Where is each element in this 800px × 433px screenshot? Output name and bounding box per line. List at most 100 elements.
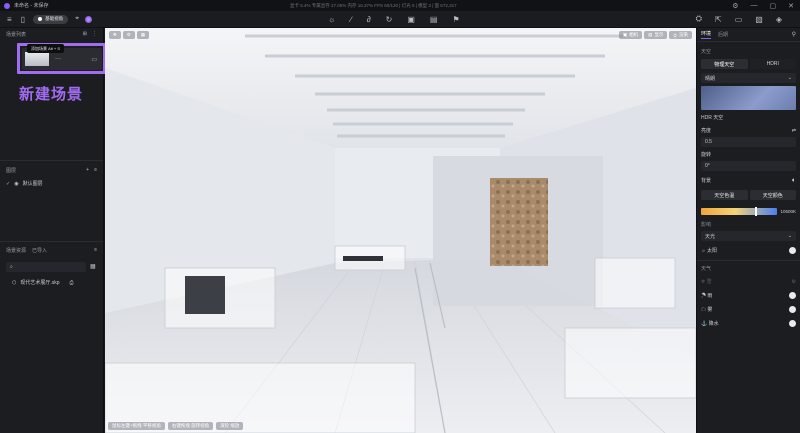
scene-name-label: 新建场景 — [19, 85, 84, 103]
check-icon[interactable]: ✓ — [6, 181, 10, 187]
left-panel: 场景列表 ⊞ ⋮ — ▭ 添加场景 Alt + S 新建场景 图层 + ≡ ✓ … — [0, 28, 106, 433]
rotation-label: 旋转 — [701, 152, 712, 158]
layer-row[interactable]: ✓ ◉ 默认图层 — [6, 180, 43, 188]
assets-menu-icon[interactable]: ≡ — [94, 247, 97, 253]
camera-small-icon[interactable]: ▭ — [91, 56, 97, 63]
contrast-icon[interactable]: ◐ — [792, 177, 796, 184]
scene-list-title: 场景列表 — [6, 31, 27, 38]
slider-icon[interactable]: ⇄ — [792, 128, 796, 134]
chevron-down-icon: ⌄ — [787, 233, 792, 239]
add-layer-icon[interactable]: + — [86, 167, 89, 173]
rain-label: 雨 — [707, 293, 713, 299]
layers-header: 图层 + ≡ — [0, 164, 103, 176]
tool-dot-icon — [38, 17, 43, 21]
fog-toggle[interactable] — [789, 306, 796, 313]
rain-toggle[interactable] — [789, 292, 796, 299]
precip-icon: ⚓ — [701, 321, 709, 327]
scene-thumbnail — [25, 52, 49, 66]
scene-list-header: 场景列表 ⊞ ⋮ — [0, 28, 103, 40]
tab-environment[interactable]: 环境 — [701, 30, 712, 39]
tooltip: 添加场景 Alt + S — [27, 44, 65, 53]
chevron-down-icon: ⌄ — [787, 75, 792, 81]
camera-icon[interactable]: ▣ — [407, 15, 415, 24]
eye-icon[interactable]: ◉ — [14, 181, 18, 187]
precip-toggle[interactable] — [789, 320, 796, 327]
image-save-icon[interactable]: ▧ — [755, 14, 763, 24]
shadow-label: 影响 — [701, 222, 712, 228]
export-icon[interactable]: ⇱ — [715, 14, 722, 24]
lock-icon[interactable]: ⎙ — [70, 280, 74, 286]
display-button[interactable]: ▤ 显示 — [644, 31, 668, 39]
layer-name: 默认图层 — [22, 181, 43, 187]
add-scene-icon[interactable]: ⊞ — [83, 31, 87, 37]
sky-mode-hdri[interactable]: HDRI — [749, 59, 796, 69]
sky-preset-value: 晴朗 — [705, 75, 716, 82]
precip-label: 降水 — [708, 321, 719, 327]
brush-icon[interactable]: ∕ — [350, 15, 351, 24]
sun-toggle[interactable] — [789, 247, 796, 254]
close-icon[interactable]: ✕ — [788, 2, 794, 10]
temperature-slider[interactable] — [701, 207, 778, 216]
tab-post[interactable]: 后期 — [718, 31, 728, 38]
brightness-value: 0.5 — [705, 139, 712, 145]
render-icon[interactable]: ⛭ — [696, 14, 702, 24]
sky-preset-select[interactable]: 晴朗 ⌄ — [701, 73, 796, 83]
menu-icon[interactable]: ≡ — [7, 15, 12, 24]
brightness-input[interactable]: 0.5 — [701, 137, 796, 147]
shadow-select[interactable]: 天光 ⌄ — [701, 231, 796, 241]
rotate-icon[interactable]: ↻ — [386, 15, 393, 24]
render-button-icon: ⛭ — [673, 32, 677, 38]
sky-color-button[interactable]: 天空颜色 — [749, 190, 796, 200]
model-icon: ⬡ — [12, 279, 17, 286]
rotation-value: 0° — [705, 163, 710, 169]
asset-file-row[interactable]: ⬡ 现代艺术展厅.skp ⎙ — [12, 279, 74, 287]
perf-stats: 显卡 5.4% 专属显存 27.05% 内存 16.37% FPS 60/120… — [290, 2, 457, 8]
sun-row: ☼ 太阳 — [697, 241, 800, 254]
light-icon[interactable]: ☼ — [328, 15, 335, 24]
scene-render — [105, 28, 696, 433]
layer-menu-icon[interactable]: ≡ — [94, 167, 97, 173]
grid-view-icon[interactable]: ▦ — [90, 263, 96, 270]
tab-scene-assets[interactable]: 场景资源 — [6, 247, 26, 254]
render-button-label: 渲染 — [679, 32, 688, 37]
more-icon[interactable]: ⋮ — [92, 31, 97, 37]
hdr-preview[interactable] — [701, 86, 796, 110]
render-button[interactable]: ⛭ 渲染 — [669, 31, 692, 39]
divider — [0, 241, 103, 242]
flag-icon[interactable]: ⚑ — [452, 15, 459, 24]
sun-label: 太阳 — [706, 248, 717, 254]
asset-search-input[interactable]: ⌕ — [6, 262, 86, 272]
hint-rotate: 右键拖拽 旋转视角 — [167, 422, 214, 430]
view-settings-button[interactable]: ⚙ — [122, 31, 135, 39]
sky-mode-physical[interactable]: 物理天空 — [701, 59, 748, 69]
window-option-icon[interactable]: ⚙ — [732, 2, 738, 10]
background-label: 背景 — [701, 178, 712, 184]
logo-icon[interactable] — [85, 15, 93, 23]
tool-chip[interactable]: 基础视角 — [33, 14, 69, 24]
cube-icon[interactable]: ◈ — [776, 14, 782, 24]
rotation-input[interactable]: 0° — [701, 161, 796, 171]
right-tools: ⛭ ⇱ ▭ ▧ ◈ — [696, 14, 782, 24]
maximize-icon[interactable]: ▢ — [770, 2, 777, 10]
view-mode-button[interactable]: ✥ — [109, 31, 121, 39]
snow-settings-icon[interactable]: ⚙ — [792, 279, 796, 285]
document-icon[interactable]: ▯ — [21, 15, 25, 24]
window-title: 未命名 - 未保存 — [14, 3, 49, 9]
sky-section-title: 天空 — [701, 49, 712, 55]
video-icon[interactable]: ▭ — [735, 14, 743, 24]
tab-imported[interactable]: 已导入 — [32, 247, 47, 254]
minimize-icon[interactable]: — — [751, 2, 758, 10]
hint-pan: 鼠标左键+拖拽 平移视角 — [108, 422, 165, 430]
temperature-thumb[interactable] — [754, 207, 757, 216]
3d-viewport[interactable]: ✥ ⚙ ▦ ▣ 相机 ▤ 显示 ⛭ 渲染 鼠标左键+拖拽 平移视角 右键拖拽 旋转视角… — [105, 28, 696, 433]
sky-temp-button[interactable]: 天空色温 — [701, 190, 748, 200]
cursor-icon[interactable]: ⌖ — [75, 15, 79, 23]
camera-button[interactable]: ▣ 相机 — [618, 31, 643, 39]
search-icon: ⌕ — [10, 264, 13, 270]
app-logo-icon — [4, 2, 10, 9]
title-bar: 未命名 - 未保存 显卡 5.4% 专属显存 27.05% 内存 16.37% … — [0, 0, 800, 11]
image-icon[interactable]: ▤ — [430, 15, 438, 24]
lasso-icon[interactable]: ∂ — [367, 15, 371, 24]
pin-icon[interactable]: ⚲ — [792, 31, 796, 38]
view-grid-button[interactable]: ▦ — [136, 31, 150, 39]
